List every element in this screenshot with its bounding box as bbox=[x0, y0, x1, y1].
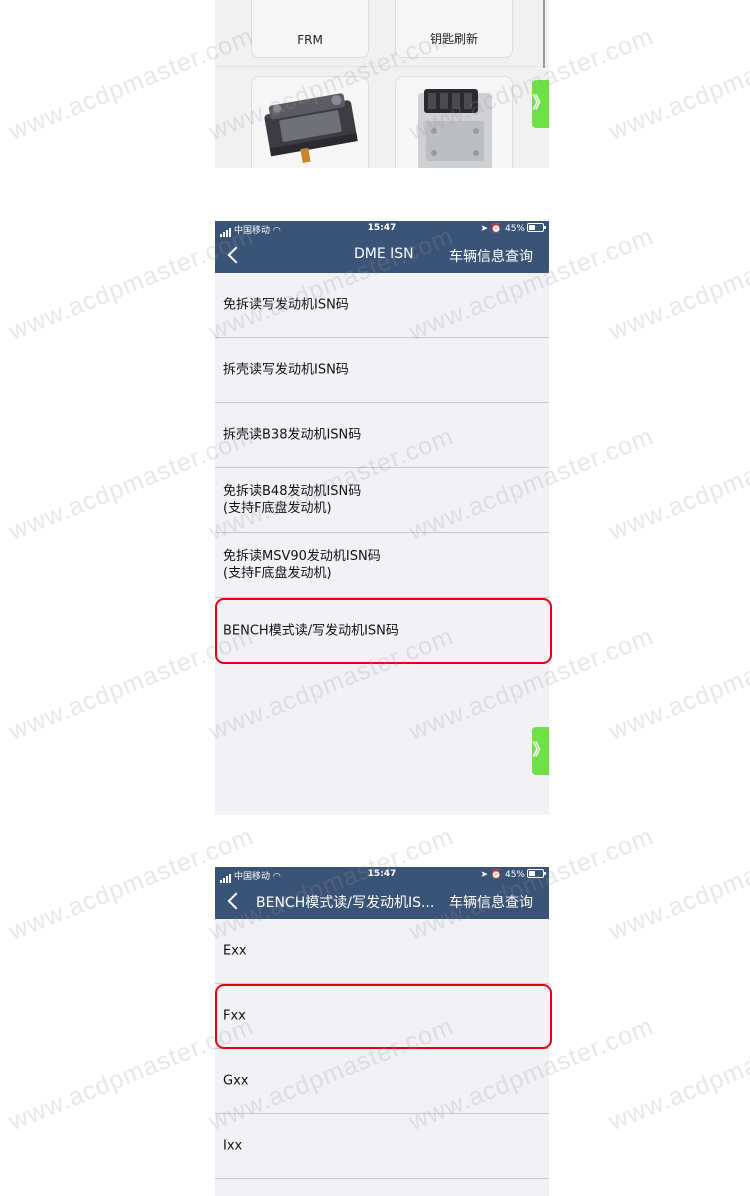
list-item-label: 免拆读写发动机ISN码 bbox=[223, 297, 349, 313]
list-item-label: 免拆读B48发动机ISN码 (支持F底盘发动机) bbox=[223, 484, 362, 516]
module-tile-3[interactable] bbox=[251, 76, 369, 168]
highlight-box-fxx bbox=[215, 984, 552, 1049]
list-item-label: Gxx bbox=[223, 1073, 249, 1089]
watermark: www.acdpmaster.com bbox=[605, 622, 750, 746]
list-item[interactable]: 拆壳读写发动机ISN码 bbox=[215, 338, 549, 403]
watermark: www.acdpmaster.com bbox=[605, 22, 750, 146]
status-right: ➤ ⏰ 45% bbox=[480, 869, 546, 880]
watermark: www.acdpmaster.com bbox=[605, 1012, 750, 1136]
frm-tile-label: FRM bbox=[297, 33, 323, 47]
list-item[interactable]: 免拆读MSV90发动机ISN码 (支持F底盘发动机) bbox=[215, 533, 549, 598]
highlight-box-bench-mode bbox=[215, 598, 552, 664]
status-right: ➤ ⏰ 45% bbox=[480, 223, 546, 234]
list-item-label: Exx bbox=[223, 943, 247, 959]
list-item-label: 拆壳读写发动机ISN码 bbox=[223, 362, 349, 378]
list-item[interactable]: 免拆读B48发动机ISN码 (支持F底盘发动机) bbox=[215, 468, 549, 533]
nav-title: DME ISN bbox=[354, 246, 414, 262]
battery-percent: 45% bbox=[504, 870, 525, 880]
nav-bar: BENCH模式读/写发动机IS... 车辆信息查询 bbox=[215, 883, 549, 919]
vehicle-info-query-button[interactable]: 车辆信息查询 bbox=[449, 246, 533, 266]
status-bar: 中国移动 ◠ 15:47 ➤ ⏰ 45% bbox=[215, 221, 549, 237]
expand-side-tab[interactable]: 》 bbox=[532, 727, 549, 775]
back-chevron-icon[interactable] bbox=[223, 242, 247, 268]
ecu-board-image bbox=[418, 89, 492, 168]
battery-percent: 45% bbox=[504, 224, 525, 234]
chassis-menu: Exx Fxx Gxx Ixx bbox=[215, 919, 549, 1179]
watermark: www.acdpmaster.com bbox=[605, 822, 750, 946]
double-chevron-right-icon: 》 bbox=[532, 93, 549, 112]
battery-icon bbox=[527, 869, 546, 878]
expand-side-tab[interactable]: 》 bbox=[532, 80, 549, 128]
status-bar: 中国移动 ◠ 15:47 ➤ ⏰ 45% bbox=[215, 867, 549, 883]
nav-title: BENCH模式读/写发动机IS... bbox=[256, 895, 435, 911]
list-item[interactable]: Gxx bbox=[215, 1049, 549, 1114]
nav-bar: DME ISN 车辆信息查询 bbox=[215, 237, 549, 273]
key-refresh-tile[interactable]: 钥匙刷新 bbox=[395, 0, 513, 58]
alarm-icon: ⏰ bbox=[490, 870, 503, 880]
frm-tile[interactable]: FRM bbox=[251, 0, 369, 58]
list-item[interactable]: 拆壳读B38发动机ISN码 bbox=[215, 403, 549, 468]
list-item-label: 拆壳读B38发动机ISN码 bbox=[223, 427, 362, 443]
dme-isn-screen: 中国移动 ◠ 15:47 ➤ ⏰ 45% DME ISN 车辆信息查询 免拆读写… bbox=[215, 221, 549, 815]
battery-icon bbox=[527, 223, 546, 232]
watermark: www.acdpmaster.com bbox=[605, 422, 750, 546]
key-refresh-tile-label: 钥匙刷新 bbox=[429, 32, 478, 46]
location-icon: ➤ bbox=[480, 870, 489, 880]
alarm-icon: ⏰ bbox=[490, 224, 503, 234]
list-item[interactable]: Ixx bbox=[215, 1114, 549, 1179]
module-grid-panel: FRM 钥匙刷新 》 bbox=[215, 0, 549, 168]
list-item-label: Ixx bbox=[223, 1138, 243, 1154]
list-item-label: 免拆读MSV90发动机ISN码 (支持F底盘发动机) bbox=[223, 549, 381, 581]
double-chevron-right-icon: 》 bbox=[532, 740, 549, 759]
watermark: www.acdpmaster.com bbox=[605, 222, 750, 346]
vehicle-info-query-button[interactable]: 车辆信息查询 bbox=[449, 892, 533, 912]
list-item[interactable]: 免拆读写发动机ISN码 bbox=[215, 273, 549, 338]
module-tile-4[interactable] bbox=[395, 76, 513, 168]
location-icon: ➤ bbox=[480, 224, 489, 234]
divider bbox=[215, 66, 549, 67]
engine-module-image bbox=[264, 93, 358, 163]
back-chevron-icon[interactable] bbox=[223, 888, 247, 914]
scroll-indicator bbox=[543, 0, 545, 68]
list-item[interactable]: Exx bbox=[215, 919, 549, 984]
